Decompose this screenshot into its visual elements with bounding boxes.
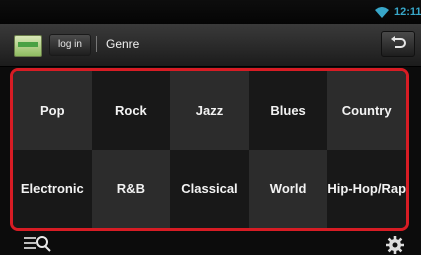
genre-classical[interactable]: Classical	[170, 149, 249, 228]
genre-world[interactable]: World	[248, 149, 328, 228]
genre-grid: Pop Rock Jazz Blues Country Electronic R…	[13, 71, 406, 228]
header-divider	[96, 36, 97, 52]
back-arrow-icon	[391, 36, 406, 48]
genre-jazz[interactable]: Jazz	[170, 71, 249, 150]
genre-electronic[interactable]: Electronic	[13, 149, 92, 228]
genre-country[interactable]: Country	[327, 71, 406, 150]
settings-icon[interactable]	[385, 235, 405, 255]
search-list-icon[interactable]	[23, 235, 51, 253]
genre-rnb[interactable]: R&B	[91, 149, 171, 228]
clock: 12:11	[394, 6, 421, 18]
page-title: Genre	[106, 37, 140, 51]
login-button[interactable]: log in	[49, 34, 91, 56]
status-bar: 12:11	[0, 0, 421, 24]
app-logo-icon[interactable]	[14, 35, 42, 57]
back-button[interactable]	[381, 31, 415, 57]
genre-hiphop[interactable]: Hip-Hop/Rap	[327, 149, 406, 228]
genre-pop[interactable]: Pop	[13, 71, 92, 150]
wifi-icon	[375, 7, 389, 18]
genre-rock[interactable]: Rock	[91, 71, 171, 150]
genre-grid-frame: Pop Rock Jazz Blues Country Electronic R…	[10, 68, 409, 231]
genre-blues[interactable]: Blues	[248, 71, 328, 150]
